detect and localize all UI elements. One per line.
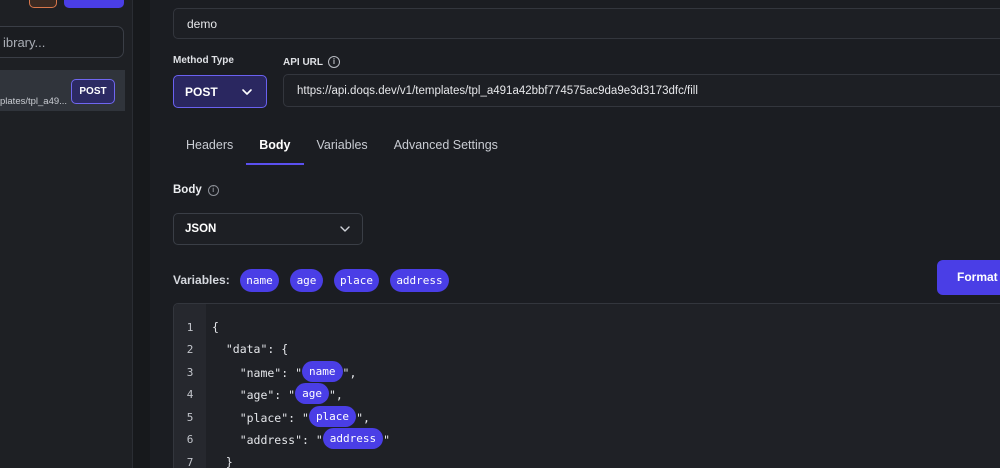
code-text: "age": " xyxy=(212,388,296,402)
chevron-down-icon xyxy=(242,89,252,95)
variable-chip-place[interactable]: place xyxy=(334,269,379,292)
format-button[interactable]: Format xyxy=(937,260,1000,295)
api-url-input[interactable]: https://api.doqs.dev/v1/templates/tpl_a4… xyxy=(283,74,1000,107)
code-variable-chip[interactable]: name xyxy=(302,361,343,382)
variables-label: Variables: xyxy=(173,273,230,287)
info-icon[interactable]: i xyxy=(207,184,219,196)
code-line: { xyxy=(212,320,219,334)
code-variable-chip[interactable]: address xyxy=(322,428,384,449)
panel-divider[interactable] xyxy=(133,0,150,468)
library-search-input[interactable]: ibrary... xyxy=(0,26,124,58)
line-number: 2 xyxy=(186,343,194,356)
code-text: "place": " xyxy=(212,411,309,425)
line-number: 3 xyxy=(186,366,194,379)
body-type-select[interactable]: JSON xyxy=(173,213,363,245)
json-code-editor[interactable]: 1 2 3 4 5 6 7 { "data": { "name": " name "… xyxy=(173,303,1000,468)
tab-variables[interactable]: Variables xyxy=(304,130,381,165)
method-type-select[interactable]: POST xyxy=(173,75,267,108)
body-label-text: Body xyxy=(173,184,202,196)
code-text: "address": " xyxy=(212,433,323,447)
line-number: 6 xyxy=(186,433,194,446)
api-name-input[interactable]: demo xyxy=(173,8,1000,39)
code-variable-chip[interactable]: age xyxy=(295,383,329,404)
info-icon[interactable]: i xyxy=(328,56,340,68)
request-tabs: Headers Body Variables Advanced Settings xyxy=(173,130,511,165)
tab-headers[interactable]: Headers xyxy=(173,130,246,165)
method-type-label: Method Type xyxy=(173,55,234,66)
code-line: "place": " place ", xyxy=(212,406,370,427)
line-number: 5 xyxy=(186,411,194,424)
code-text: { xyxy=(212,320,219,334)
variable-chip-name[interactable]: name xyxy=(240,269,279,292)
body-section-label: Body i xyxy=(173,184,219,196)
code-text: " xyxy=(383,433,391,447)
variable-chip-age[interactable]: age xyxy=(290,269,323,292)
code-text: "name": " xyxy=(212,366,303,380)
line-number: 4 xyxy=(186,388,194,401)
code-line: "name": " name ", xyxy=(212,361,357,382)
tab-body[interactable]: Body xyxy=(246,130,304,165)
sidebar-primary-button[interactable] xyxy=(64,0,124,8)
code-line: "address": " address " xyxy=(212,428,391,449)
tab-advanced-settings[interactable]: Advanced Settings xyxy=(381,130,511,165)
sidebar: ibrary... plates/tpl_a49... POST xyxy=(0,0,133,468)
code-text: } xyxy=(212,455,233,468)
line-number: 7 xyxy=(186,456,194,468)
variable-chip-address[interactable]: address xyxy=(390,269,449,292)
code-text: ", xyxy=(328,388,343,402)
api-url-label: API URL i xyxy=(283,56,340,68)
code-text: ", xyxy=(356,411,370,425)
chevron-down-icon xyxy=(340,226,350,232)
line-number: 1 xyxy=(186,321,194,334)
request-editor: demo Method Type API URL i POST https://… xyxy=(150,0,1000,468)
code-line: "data": { xyxy=(212,342,288,356)
code-line: } xyxy=(212,455,233,468)
code-text: ", xyxy=(342,366,357,380)
code-text: "data": { xyxy=(212,342,289,356)
body-type-value: JSON xyxy=(185,223,217,235)
api-url-label-text: API URL xyxy=(283,56,323,68)
sidebar-item-method-badge: POST xyxy=(71,79,115,104)
code-variable-chip[interactable]: place xyxy=(308,406,357,427)
sidebar-action-button[interactable] xyxy=(29,0,57,8)
sidebar-item-path: plates/tpl_a49... xyxy=(0,96,68,107)
code-line: "age": " age ", xyxy=(212,383,343,404)
method-type-value: POST xyxy=(185,85,218,99)
